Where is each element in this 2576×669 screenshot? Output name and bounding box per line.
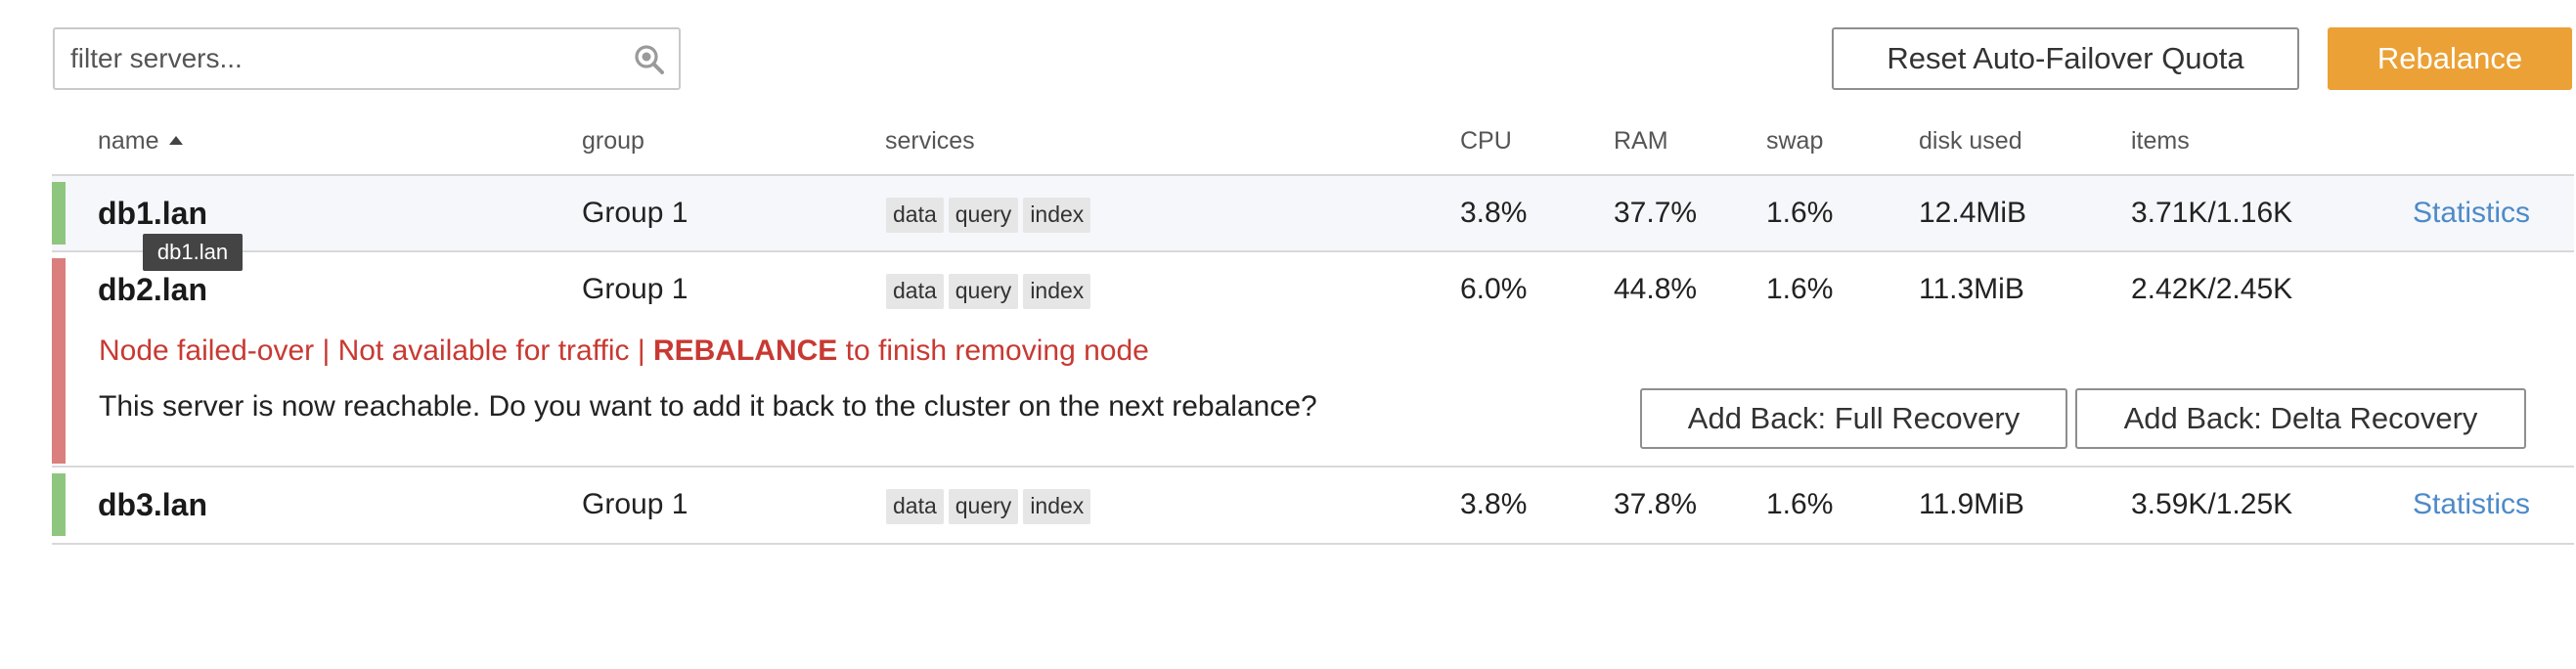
service-tag-query: query: [948, 489, 1019, 524]
ram-value: 37.8%: [1614, 488, 1698, 520]
service-tag-data: data: [886, 274, 944, 309]
disk-used-value: 11.3MiB: [1919, 273, 2024, 305]
service-tag-query: query: [948, 198, 1019, 233]
server-row-db1[interactable]: db1.lan Group 1 data query index 3.8% 37…: [52, 176, 2574, 252]
items-value: 3.71K/1.16K: [2131, 197, 2293, 229]
service-tag-query: query: [948, 274, 1019, 309]
server-name[interactable]: db1.lan: [98, 196, 207, 232]
statistics-link[interactable]: Statistics: [2413, 197, 2530, 230]
sort-ascending-icon: [168, 136, 183, 145]
service-tag-index: index: [1023, 489, 1091, 524]
column-header-disk-used[interactable]: disk used: [1919, 127, 2022, 156]
swap-value: 1.6%: [1766, 197, 1834, 229]
status-indicator-healthy: [52, 473, 66, 536]
table-header: name group services CPU RAM swap disk us…: [52, 110, 2574, 176]
column-header-services[interactable]: services: [885, 127, 975, 156]
ram-value: 44.8%: [1614, 273, 1698, 305]
reachable-message: This server is now reachable. Do you wan…: [99, 390, 1317, 423]
failover-warning-emphasis: REBALANCE: [652, 334, 838, 367]
services-list: data query index: [886, 198, 1091, 233]
service-tag-index: index: [1023, 198, 1091, 233]
search-input[interactable]: [70, 37, 618, 80]
server-group: Group 1: [582, 488, 688, 520]
ram-value: 37.7%: [1614, 197, 1698, 229]
column-header-group[interactable]: group: [582, 127, 644, 156]
server-name[interactable]: db2.lan: [98, 272, 207, 308]
cpu-value: 6.0%: [1460, 273, 1528, 305]
column-header-items[interactable]: items: [2131, 127, 2190, 156]
column-header-cpu[interactable]: CPU: [1460, 127, 1512, 156]
disk-used-value: 12.4MiB: [1919, 197, 2027, 229]
column-header-name-label: name: [98, 127, 159, 155]
failover-warning: Node failed-over | Not available for tra…: [99, 334, 1149, 368]
server-row-db3[interactable]: db3.lan Group 1 data query index 3.8% 37…: [52, 468, 2574, 545]
server-name[interactable]: db3.lan: [98, 487, 207, 523]
toolbar: Reset Auto-Failover Quota Rebalance: [0, 0, 2576, 98]
statistics-link[interactable]: Statistics: [2413, 488, 2530, 521]
status-indicator-failed-over: [52, 258, 66, 464]
swap-value: 1.6%: [1766, 488, 1834, 520]
failover-warning-prefix: Node failed-over | Not available for tra…: [99, 334, 653, 367]
failover-warning-suffix: to finish removing node: [837, 334, 1149, 367]
cpu-value: 3.8%: [1460, 488, 1528, 520]
service-tag-data: data: [886, 198, 944, 233]
service-tag-index: index: [1023, 274, 1091, 309]
cpu-value: 3.8%: [1460, 197, 1528, 229]
search-box[interactable]: [53, 27, 681, 90]
swap-value: 1.6%: [1766, 273, 1834, 305]
reset-auto-failover-quota-button[interactable]: Reset Auto-Failover Quota: [1832, 27, 2299, 90]
column-header-swap[interactable]: swap: [1766, 127, 1823, 156]
column-header-ram[interactable]: RAM: [1614, 127, 1668, 156]
disk-used-value: 11.9MiB: [1919, 488, 2024, 520]
items-value: 2.42K/2.45K: [2131, 273, 2293, 305]
column-header-name[interactable]: name: [98, 127, 183, 156]
add-back-delta-recovery-button[interactable]: Add Back: Delta Recovery: [2075, 388, 2526, 449]
services-list: data query index: [886, 489, 1091, 524]
add-back-full-recovery-button[interactable]: Add Back: Full Recovery: [1640, 388, 2067, 449]
services-list: data query index: [886, 274, 1091, 309]
server-group: Group 1: [582, 197, 688, 229]
rebalance-button[interactable]: Rebalance: [2328, 27, 2572, 90]
service-tag-data: data: [886, 489, 944, 524]
status-indicator-healthy: [52, 182, 66, 245]
search-icon[interactable]: [634, 44, 665, 75]
server-name-tooltip: db1.lan: [143, 234, 243, 271]
server-group: Group 1: [582, 273, 688, 305]
items-value: 3.59K/1.25K: [2131, 488, 2293, 520]
